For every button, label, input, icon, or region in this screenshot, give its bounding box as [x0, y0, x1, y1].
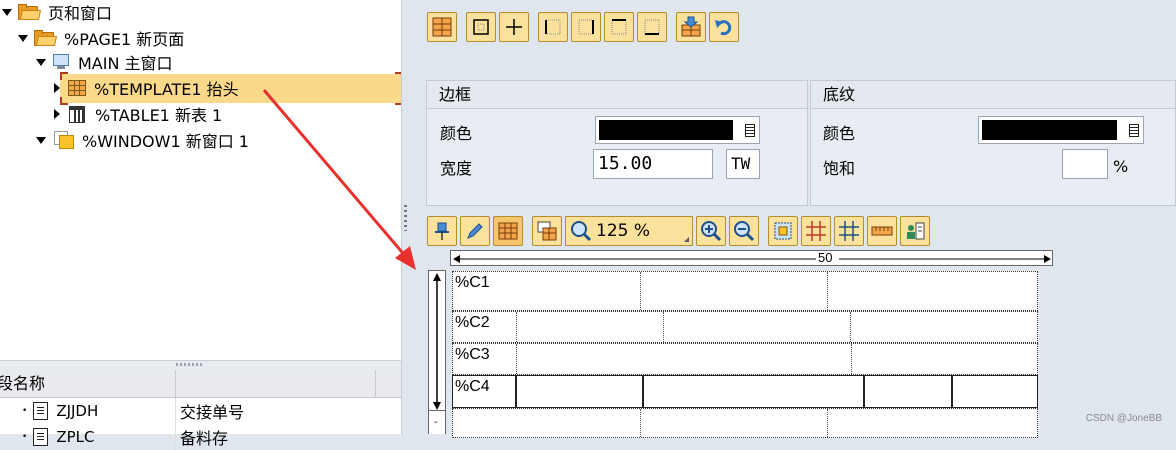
annotation-arrow-icon [262, 89, 416, 270]
watermark: CSDN @JoneBB [1085, 413, 1162, 424]
